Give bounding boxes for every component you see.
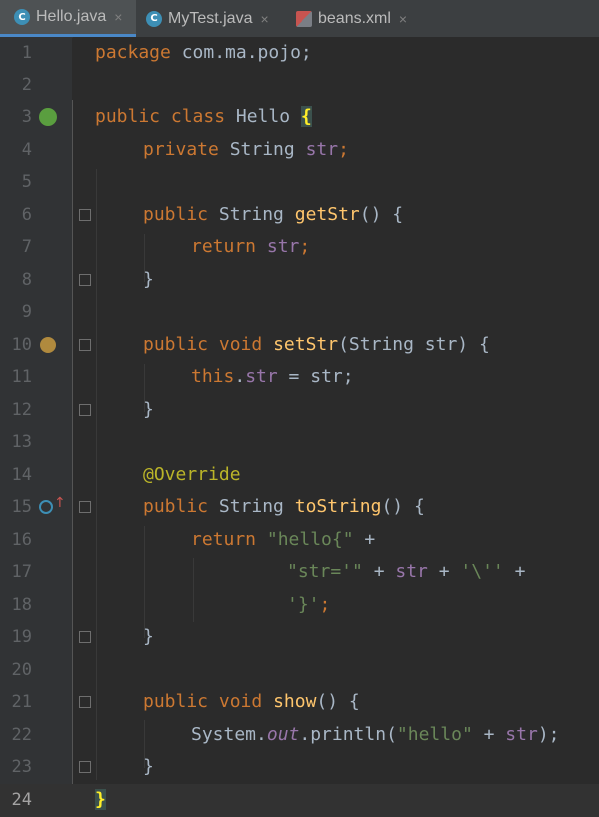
close-icon[interactable]: × bbox=[260, 11, 268, 27]
tab-label: MyTest.java bbox=[168, 9, 253, 27]
code-line: 23 } bbox=[0, 751, 599, 783]
close-icon[interactable]: × bbox=[114, 9, 122, 25]
line-number: 14 bbox=[11, 465, 32, 485]
fold-marker[interactable] bbox=[79, 274, 91, 286]
editor-tab-bar: C Hello.java × C MyTest.java × beans.xml… bbox=[0, 0, 599, 38]
code-line: 13 bbox=[0, 426, 599, 458]
code-line: 16 return "hello{" + bbox=[0, 524, 599, 556]
code-line: 6 public String getStr() { bbox=[0, 199, 599, 231]
line-number: 20 bbox=[11, 660, 32, 680]
code-line: 4 private String str; bbox=[0, 134, 599, 166]
code-line: 7 return str; bbox=[0, 231, 599, 263]
code-text: this.str = str; bbox=[191, 366, 354, 387]
code-text: private String str; bbox=[143, 139, 349, 160]
code-line: 21 public void show() { bbox=[0, 686, 599, 718]
java-class-run-icon: C bbox=[146, 10, 162, 27]
code-line: 8 } bbox=[0, 264, 599, 296]
line-number: 10 bbox=[11, 335, 32, 355]
line-number: 17 bbox=[11, 562, 32, 582]
code-text: '}'; bbox=[287, 594, 331, 615]
code-text: public void setStr(String str) { bbox=[143, 334, 490, 355]
code-line: 15 ↑ public String toString() { bbox=[0, 491, 599, 523]
java-class-icon: C bbox=[14, 9, 30, 25]
spring-bean-icon[interactable] bbox=[39, 108, 57, 126]
code-line: 14 @Override bbox=[0, 459, 599, 491]
line-number: 16 bbox=[11, 530, 32, 550]
code-line: 9 bbox=[0, 296, 599, 328]
code-text: } bbox=[143, 399, 154, 420]
code-text: } bbox=[143, 756, 154, 777]
fold-marker[interactable] bbox=[79, 404, 91, 416]
code-text: public class Hello { bbox=[95, 106, 312, 127]
code-text: package com.ma.pojo; bbox=[95, 42, 312, 63]
code-line: 20 bbox=[0, 654, 599, 686]
fold-marker[interactable] bbox=[79, 209, 91, 221]
line-number: 23 bbox=[11, 757, 32, 777]
code-line: 17 "str='" + str + '\'' + bbox=[0, 556, 599, 588]
line-number: 9 bbox=[21, 302, 32, 322]
code-line: 11 this.str = str; bbox=[0, 361, 599, 393]
line-number: 1 bbox=[21, 43, 32, 63]
code-line: 12 } bbox=[0, 394, 599, 426]
code-line: 18 '}'; bbox=[0, 589, 599, 621]
line-number: 19 bbox=[11, 627, 32, 647]
fold-marker[interactable] bbox=[79, 339, 91, 351]
code-line: 1 package com.ma.pojo; bbox=[0, 37, 599, 69]
code-text: "str='" + str + '\'' + bbox=[287, 561, 526, 582]
line-number: 13 bbox=[11, 432, 32, 452]
code-text: System.out.println("hello" + str); bbox=[191, 724, 560, 745]
property-setter-icon[interactable] bbox=[40, 337, 56, 353]
fold-marker[interactable] bbox=[79, 761, 91, 773]
code-line: 10 public void setStr(String str) { bbox=[0, 329, 599, 361]
line-number: 22 bbox=[11, 725, 32, 745]
line-number: 11 bbox=[11, 367, 32, 387]
code-text: return "hello{" + bbox=[191, 529, 376, 550]
line-number: 6 bbox=[21, 205, 32, 225]
arrow-up-icon: ↑ bbox=[54, 495, 66, 511]
code-line: 19 } bbox=[0, 621, 599, 653]
line-number: 5 bbox=[21, 172, 32, 192]
tab-beans-xml[interactable]: beans.xml × bbox=[296, 0, 426, 37]
code-text: public String toString() { bbox=[143, 496, 425, 517]
tab-label: beans.xml bbox=[318, 9, 391, 27]
line-number: 2 bbox=[21, 75, 32, 95]
line-number: 3 bbox=[21, 107, 32, 127]
fold-marker[interactable] bbox=[79, 631, 91, 643]
line-number: 4 bbox=[21, 140, 32, 160]
tab-hello-java[interactable]: C Hello.java × bbox=[0, 0, 136, 37]
line-number: 12 bbox=[11, 400, 32, 420]
code-text: public String getStr() { bbox=[143, 204, 404, 225]
override-method-icon[interactable] bbox=[39, 500, 53, 514]
fold-marker[interactable] bbox=[79, 696, 91, 708]
code-text: return str; bbox=[191, 236, 311, 257]
close-icon[interactable]: × bbox=[399, 11, 407, 27]
xml-file-icon bbox=[296, 10, 312, 27]
tab-label: Hello.java bbox=[36, 8, 107, 25]
tab-mytest-java[interactable]: C MyTest.java × bbox=[146, 0, 286, 37]
code-line: 3 public class Hello { bbox=[0, 101, 599, 133]
code-line: 22 System.out.println("hello" + str); bbox=[0, 719, 599, 751]
code-text: } bbox=[95, 789, 106, 810]
line-number: 18 bbox=[11, 595, 32, 615]
line-number: 7 bbox=[21, 237, 32, 257]
code-line-current: 24 } bbox=[0, 784, 599, 817]
code-text: public void show() { bbox=[143, 691, 360, 712]
line-number: 24 bbox=[11, 790, 32, 810]
fold-marker[interactable] bbox=[79, 501, 91, 513]
line-number: 8 bbox=[21, 270, 32, 290]
code-text: } bbox=[143, 269, 154, 290]
line-number: 21 bbox=[11, 692, 32, 712]
code-text: } bbox=[143, 626, 154, 647]
code-line: 5 bbox=[0, 166, 599, 198]
annotation-text: @Override bbox=[143, 464, 241, 485]
line-number: 15 bbox=[11, 497, 32, 517]
code-line: 2 bbox=[0, 69, 599, 101]
